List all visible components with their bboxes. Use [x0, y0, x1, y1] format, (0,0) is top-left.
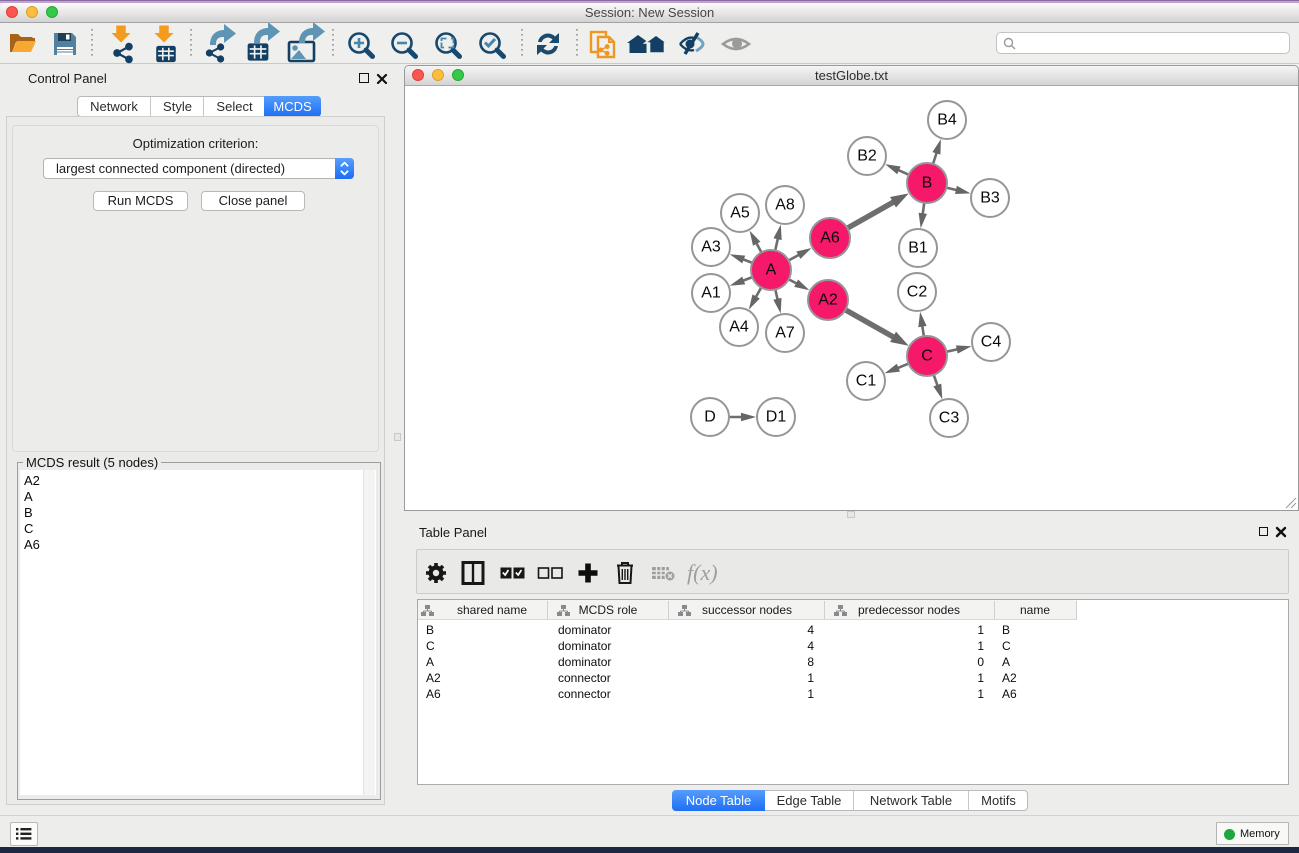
svg-text:C: C [921, 348, 933, 365]
svg-text:C1: C1 [856, 373, 877, 390]
svg-text:C3: C3 [939, 410, 960, 427]
svg-text:A5: A5 [730, 205, 750, 222]
svg-text:A7: A7 [775, 325, 795, 342]
svg-text:B2: B2 [857, 148, 877, 165]
svg-text:A3: A3 [701, 239, 721, 256]
svg-text:shared name: shared name [457, 603, 527, 617]
svg-text:B3: B3 [980, 190, 1000, 207]
svg-text:D: D [704, 409, 716, 426]
svg-text:MCDS role: MCDS role [579, 603, 638, 617]
svg-text:f(x): f(x) [687, 560, 718, 585]
svg-text:B: B [922, 175, 933, 192]
svg-text:B1: B1 [908, 240, 928, 257]
svg-text:A1: A1 [701, 285, 721, 302]
svg-text:A2: A2 [818, 292, 838, 309]
svg-text:name: name [1020, 603, 1050, 617]
svg-text:C2: C2 [907, 284, 928, 301]
svg-text:successor nodes: successor nodes [702, 603, 792, 617]
svg-text:predecessor nodes: predecessor nodes [858, 603, 960, 617]
svg-text:C4: C4 [981, 334, 1002, 351]
svg-text:A6: A6 [820, 230, 840, 247]
svg-text:A4: A4 [729, 319, 749, 336]
svg-text:A: A [766, 262, 777, 279]
svg-text:A8: A8 [775, 197, 795, 214]
svg-text:B4: B4 [937, 112, 957, 129]
svg-text:D1: D1 [766, 409, 787, 426]
